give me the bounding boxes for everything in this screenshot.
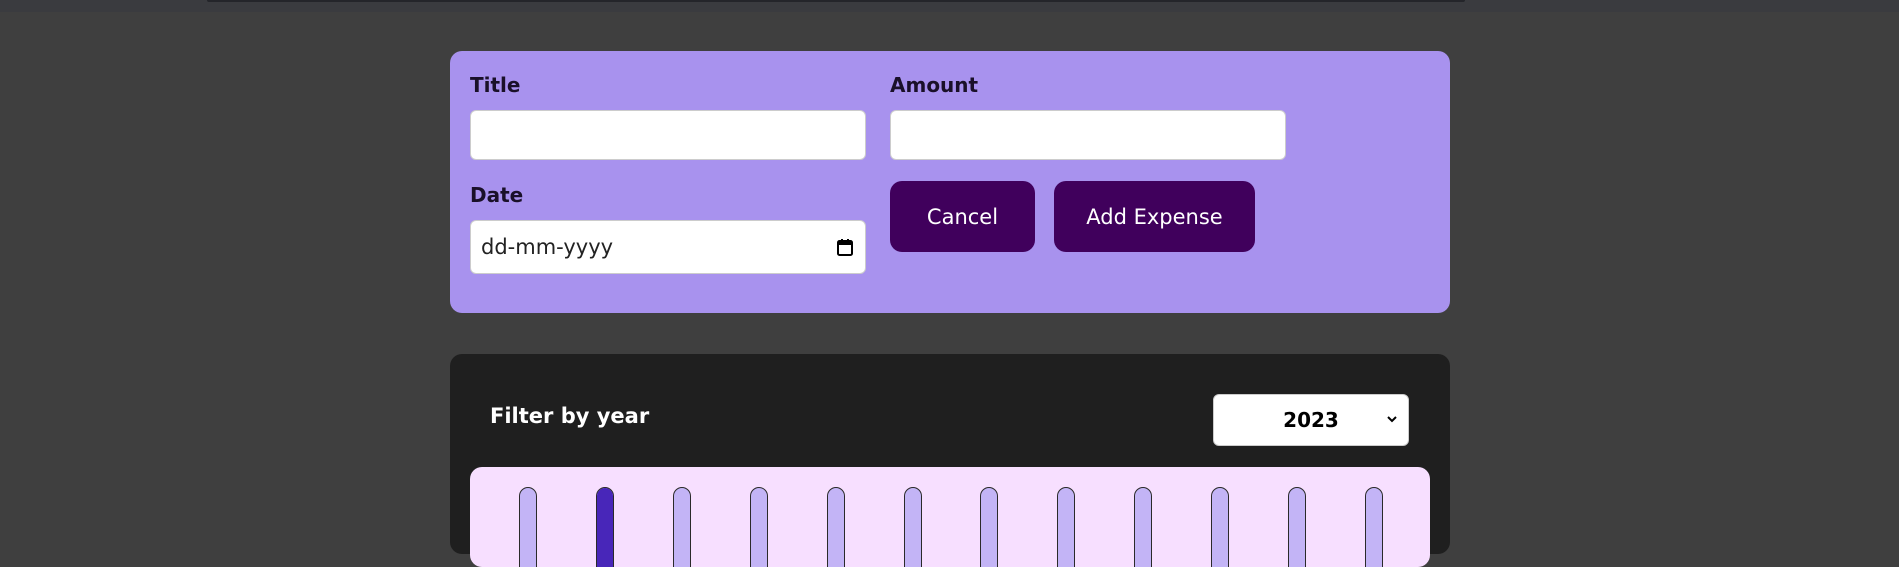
chart-bar bbox=[1365, 487, 1383, 567]
chart-bar bbox=[1211, 487, 1230, 567]
chart-bar bbox=[672, 487, 691, 567]
amount-label: Amount bbox=[890, 73, 979, 97]
filter-by-year-label: Filter by year bbox=[490, 404, 650, 428]
chart-bar bbox=[1134, 487, 1153, 567]
chart-bar bbox=[1288, 487, 1307, 567]
add-expense-button[interactable]: Add Expense bbox=[1054, 181, 1255, 252]
cancel-button[interactable]: Cancel bbox=[890, 181, 1035, 252]
chart-bar bbox=[980, 487, 999, 567]
top-bar-edge bbox=[207, 0, 1465, 2]
top-bar bbox=[0, 0, 1899, 12]
chart-bar bbox=[903, 487, 922, 567]
chart-bar-fill bbox=[596, 488, 613, 567]
chart-bar bbox=[826, 487, 845, 567]
date-input[interactable]: dd-mm-yyyy bbox=[470, 220, 866, 274]
title-label: Title bbox=[470, 73, 521, 97]
title-input[interactable] bbox=[470, 110, 866, 160]
chart-bar bbox=[519, 487, 537, 567]
year-select[interactable]: 2023 bbox=[1213, 394, 1409, 446]
new-expense-form: Title Amount Date dd-mm-yyyy Cancel Add … bbox=[450, 51, 1450, 313]
calendar-icon[interactable] bbox=[837, 238, 853, 256]
chart-bar bbox=[595, 487, 614, 567]
year-select-value: 2023 bbox=[1283, 408, 1339, 432]
chart-bar bbox=[749, 487, 768, 567]
chevron-down-icon bbox=[1386, 413, 1398, 425]
expenses-chart bbox=[470, 467, 1430, 567]
amount-input[interactable] bbox=[890, 110, 1286, 160]
date-placeholder: dd-mm-yyyy bbox=[481, 235, 614, 259]
date-label: Date bbox=[470, 183, 524, 207]
chart-bar bbox=[1057, 487, 1076, 567]
expenses-panel: Filter by year 2023 bbox=[450, 354, 1450, 567]
